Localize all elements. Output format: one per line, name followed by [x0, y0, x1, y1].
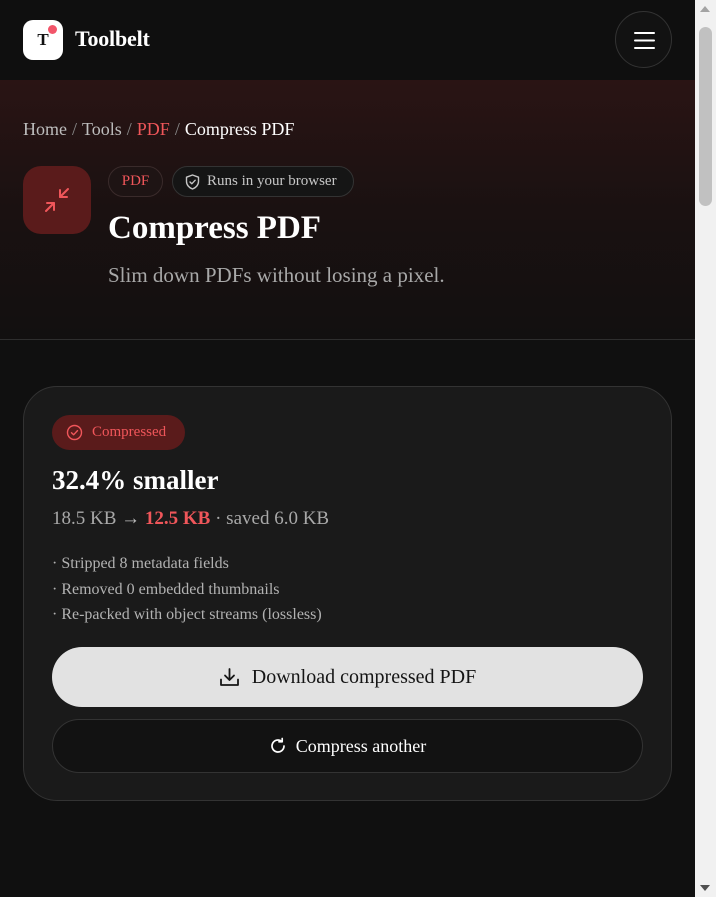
- compress-another-label: Compress another: [295, 736, 427, 756]
- list-item: · Stripped 8 metadata fields: [52, 555, 229, 572]
- compress-another-button[interactable]: Compress another: [52, 719, 643, 773]
- page-subtitle: Slim down PDFs without losing a pixel.: [108, 263, 445, 287]
- reduction-headline: 32.4% smaller: [52, 465, 219, 495]
- breadcrumb-current: Compress PDF: [184, 119, 295, 139]
- scroll-up-arrow-icon[interactable]: [695, 0, 716, 17]
- category-chip[interactable]: PDF: [108, 166, 163, 197]
- arrow-icon: →: [121, 508, 141, 529]
- breadcrumb-separator: /: [174, 119, 180, 139]
- logo-letter: T: [37, 30, 49, 49]
- result-card: Compressed 32.4% smaller 18.5 KB → 12.5 …: [23, 386, 672, 801]
- logo-dot: [48, 25, 57, 34]
- saved-amount: · saved 6.0 KB: [215, 508, 330, 529]
- scrollbar-thumb[interactable]: [699, 27, 712, 206]
- menu-button[interactable]: [615, 11, 672, 68]
- list-item: · Removed 0 embedded thumbnails: [52, 580, 280, 598]
- breadcrumb-separator: /: [126, 119, 132, 139]
- details-list: · Stripped 8 metadata fields · Removed 0…: [52, 551, 322, 628]
- download-button-label: Download compressed PDF: [251, 666, 477, 688]
- compressed-size: 12.5 KB: [144, 508, 211, 529]
- hero-section: Home / Tools / PDF / Compress PDF PDF Runs in …: [0, 80, 695, 340]
- refresh-icon: [270, 737, 285, 753]
- compress-arrows-icon: [45, 188, 69, 212]
- breadcrumb-pdf[interactable]: PDF: [137, 119, 170, 139]
- breadcrumb: Home / Tools / PDF / Compress PDF: [23, 119, 294, 140]
- original-size: 18.5 KB: [52, 508, 117, 529]
- breadcrumb-separator: /: [72, 119, 78, 139]
- brand-name[interactable]: Toolbelt: [75, 26, 150, 52]
- privacy-chip-label: Runs in your browser: [207, 173, 337, 189]
- page-title: Compress PDF: [108, 210, 321, 246]
- breadcrumb-home[interactable]: Home: [23, 119, 67, 139]
- breadcrumb-tools[interactable]: Tools: [82, 119, 122, 139]
- check-circle-icon: [66, 424, 83, 441]
- shield-check-icon: [185, 174, 200, 190]
- page: T Toolbelt Home / Tools / PDF / Compress PDF P…: [0, 0, 695, 897]
- download-button[interactable]: Download compressed PDF: [52, 647, 643, 707]
- download-icon: [219, 668, 239, 686]
- privacy-chip: Runs in your browser: [172, 166, 354, 197]
- logo[interactable]: T: [23, 20, 63, 60]
- tool-icon-tile: [23, 166, 91, 234]
- status-badge: Compressed: [52, 415, 185, 450]
- top-bar: T Toolbelt: [0, 0, 695, 80]
- size-summary: 18.5 KB → 12.5 KB · saved 6.0 KB: [52, 508, 329, 530]
- hamburger-icon: [634, 32, 655, 49]
- scrollbar[interactable]: [695, 0, 716, 897]
- list-item: · Re-packed with object streams (lossles…: [52, 606, 322, 623]
- status-label: Compressed: [92, 424, 167, 440]
- scroll-down-arrow-icon[interactable]: [695, 880, 716, 897]
